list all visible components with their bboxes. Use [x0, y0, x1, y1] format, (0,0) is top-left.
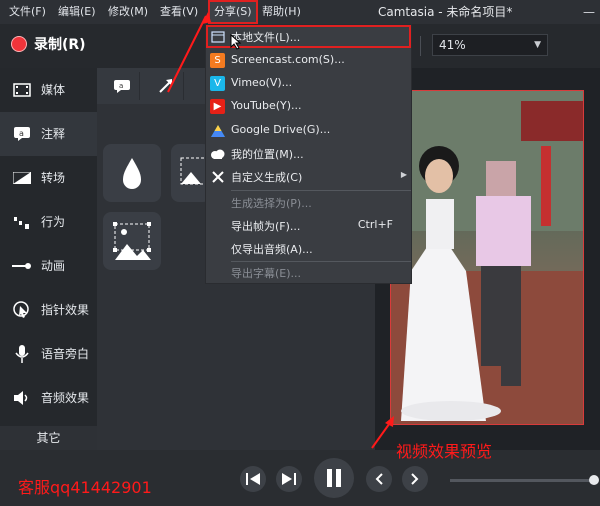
- customer-service-text: 客服qq41442901: [18, 478, 152, 497]
- annotation-arrows: [167, 12, 394, 449]
- preview-annotation-text: 视频效果预览: [396, 442, 493, 461]
